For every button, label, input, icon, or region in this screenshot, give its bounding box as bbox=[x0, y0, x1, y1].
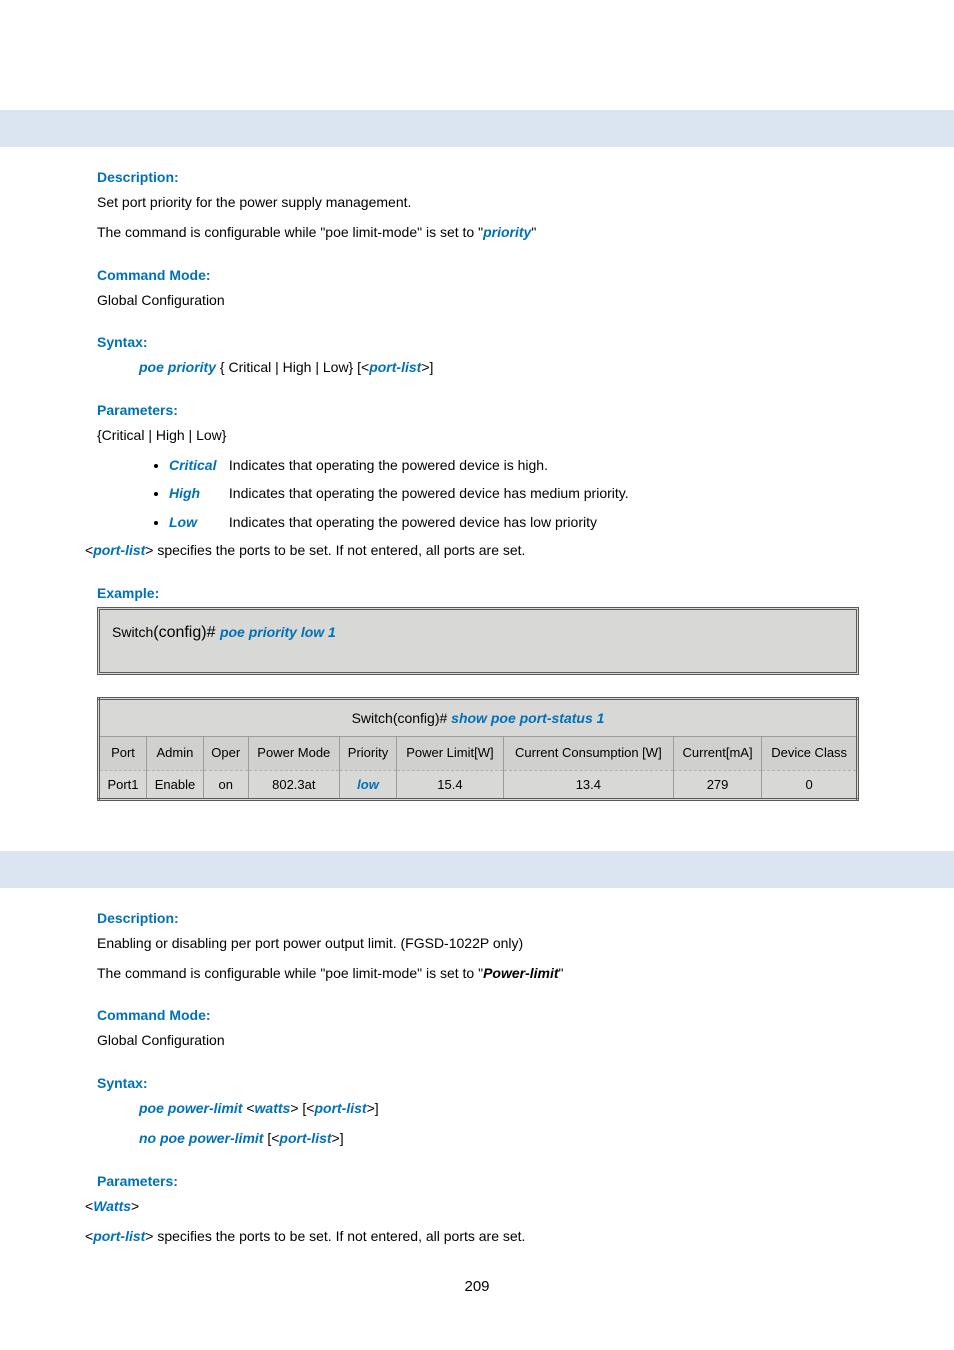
list-item: High Indicates that operating the powere… bbox=[169, 482, 859, 504]
s2-2ph: port-list bbox=[279, 1130, 331, 1146]
th: Current Consumption [W] bbox=[503, 736, 673, 770]
description-line-2: The command is configurable while "poe l… bbox=[97, 221, 859, 245]
param2-2: <port-list> specifies the ports to be se… bbox=[85, 1225, 859, 1249]
description2-line1: Enabling or disabling per port power out… bbox=[97, 932, 859, 956]
th: Port bbox=[99, 736, 147, 770]
th: Current[mA] bbox=[673, 736, 761, 770]
ex1-prompt-a: Switch bbox=[112, 624, 153, 640]
syntax-heading: Syntax: bbox=[97, 334, 859, 350]
s2-2b: >] bbox=[332, 1130, 344, 1146]
cap-b: show poe port-status 1 bbox=[451, 710, 604, 726]
desc2-a: The command is configurable while "poe l… bbox=[97, 224, 483, 240]
th: Power Limit[W] bbox=[396, 736, 503, 770]
example-box-1: Switch(config)# poe priority low 1 bbox=[97, 607, 859, 675]
table-caption-row: Switch(config)# show poe port-status 1 bbox=[99, 698, 858, 736]
th: Priority bbox=[340, 736, 397, 770]
description-line-1: Set port priority for the power supply m… bbox=[97, 191, 859, 215]
poe-status-table: Switch(config)# show poe port-status 1 P… bbox=[97, 697, 859, 801]
d2a: The command is configurable while "poe l… bbox=[97, 965, 483, 981]
syntax-end: >] bbox=[421, 359, 433, 375]
section-1-content: Description: Set port priority for the p… bbox=[0, 169, 954, 801]
desc2-c: " bbox=[531, 224, 536, 240]
list-item: Low Indicates that operating the powered… bbox=[169, 511, 859, 533]
mode-value-2: Global Configuration bbox=[97, 1029, 859, 1053]
ps-b: port-list bbox=[93, 542, 145, 558]
td-priority: low bbox=[340, 770, 397, 799]
table-caption-cell: Switch(config)# show poe port-status 1 bbox=[99, 698, 858, 736]
desc2-b: priority bbox=[483, 224, 531, 240]
opt-name: Low bbox=[169, 511, 225, 533]
mode-heading-2: Command Mode: bbox=[97, 1007, 859, 1023]
s2-a: < bbox=[242, 1100, 254, 1116]
description-heading-2: Description: bbox=[97, 910, 859, 926]
syntax2-line2: no poe power-limit [<port-list>] bbox=[97, 1127, 859, 1151]
s2-c: >] bbox=[367, 1100, 379, 1116]
cap-a: Switch(config)# bbox=[352, 710, 452, 726]
description2-line2: The command is configurable while "poe l… bbox=[97, 962, 859, 986]
opt-desc: Indicates that operating the powered dev… bbox=[229, 485, 629, 501]
s2-ph2: port-list bbox=[314, 1100, 366, 1116]
param2-1: <Watts> bbox=[85, 1195, 859, 1219]
p1b: Watts bbox=[93, 1198, 131, 1214]
td: Port1 bbox=[99, 770, 147, 799]
d2b: Power-limit bbox=[483, 965, 558, 981]
syntax-ph: port-list bbox=[369, 359, 421, 375]
th: Power Mode bbox=[248, 736, 340, 770]
td: Enable bbox=[146, 770, 203, 799]
opt-desc: Indicates that operating the powered dev… bbox=[229, 457, 548, 473]
td: 0 bbox=[762, 770, 858, 799]
param-option-list: Critical Indicates that operating the po… bbox=[97, 454, 859, 533]
section-heading-bar-1 bbox=[0, 110, 954, 147]
mode-heading: Command Mode: bbox=[97, 267, 859, 283]
parameters-heading: Parameters: bbox=[97, 402, 859, 418]
td: on bbox=[203, 770, 248, 799]
s2-ph1: watts bbox=[255, 1100, 291, 1116]
td: 802.3at bbox=[248, 770, 340, 799]
portlist-spec: <port-list> specifies the ports to be se… bbox=[85, 539, 859, 563]
page: Description: Set port priority for the p… bbox=[0, 110, 954, 1335]
mode-value: Global Configuration bbox=[97, 289, 859, 313]
p2b: port-list bbox=[93, 1228, 145, 1244]
s2-cmd1: poe power-limit bbox=[139, 1100, 242, 1116]
ps-c: > specifies the ports to be set. If not … bbox=[145, 542, 525, 558]
d2c: " bbox=[559, 965, 564, 981]
s2-cmd2: no poe power-limit bbox=[139, 1130, 263, 1146]
section-2-content: Description: Enabling or disabling per p… bbox=[0, 910, 954, 1249]
opt-desc: Indicates that operating the powered dev… bbox=[229, 514, 597, 530]
p1a: < bbox=[85, 1198, 93, 1214]
s2-2a: [< bbox=[263, 1130, 279, 1146]
example-heading: Example: bbox=[97, 585, 859, 601]
section-heading-bar-2 bbox=[0, 851, 954, 888]
ps-a: < bbox=[85, 542, 93, 558]
td: 279 bbox=[673, 770, 761, 799]
ex1-prompt-b: (config)# bbox=[153, 624, 220, 641]
parameters-heading-2: Parameters: bbox=[97, 1173, 859, 1189]
td: 13.4 bbox=[503, 770, 673, 799]
th: Oper bbox=[203, 736, 248, 770]
table-header-row: Port Admin Oper Power Mode Priority Powe… bbox=[99, 736, 858, 770]
list-item: Critical Indicates that operating the po… bbox=[169, 454, 859, 476]
syntax-cmd: poe priority bbox=[139, 359, 216, 375]
syntax-heading-2: Syntax: bbox=[97, 1075, 859, 1091]
syntax-args: { Critical | High | Low} [< bbox=[216, 359, 369, 375]
th: Admin bbox=[146, 736, 203, 770]
ex1-cmd: poe priority low 1 bbox=[220, 624, 336, 640]
opt-name: Critical bbox=[169, 454, 225, 476]
table-row: Port1 Enable on 802.3at low 15.4 13.4 27… bbox=[99, 770, 858, 799]
syntax-line: poe priority { Critical | High | Low} [<… bbox=[97, 356, 859, 380]
th: Device Class bbox=[762, 736, 858, 770]
opt-name: High bbox=[169, 482, 225, 504]
syntax2-line1: poe power-limit <watts> [<port-list>] bbox=[97, 1097, 859, 1121]
s2-b: > [< bbox=[290, 1100, 314, 1116]
p1c: > bbox=[131, 1198, 139, 1214]
p2c: > specifies the ports to be set. If not … bbox=[145, 1228, 525, 1244]
td: 15.4 bbox=[396, 770, 503, 799]
param-values: {Critical | High | Low} bbox=[97, 424, 859, 448]
page-number: 209 bbox=[0, 1278, 954, 1295]
p2a: < bbox=[85, 1228, 93, 1244]
description-heading: Description: bbox=[97, 169, 859, 185]
